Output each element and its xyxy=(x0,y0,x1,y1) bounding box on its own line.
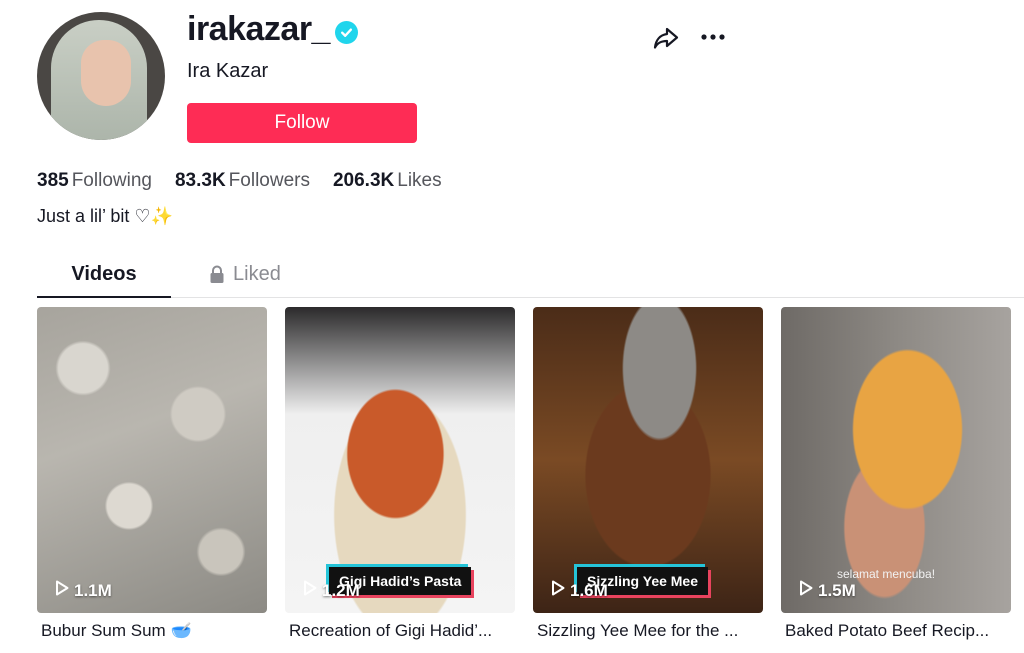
avatar-face xyxy=(81,40,131,106)
tab-videos[interactable]: Videos xyxy=(37,263,171,298)
stat-followers[interactable]: 83.3K Followers xyxy=(175,170,310,192)
video-views: 1.5M xyxy=(799,580,856,601)
stat-followers-count: 83.3K xyxy=(174,170,226,191)
video-views-count: 1.2M xyxy=(322,580,360,600)
video-card[interactable]: 1.1M xyxy=(37,307,267,613)
play-icon xyxy=(799,580,813,601)
lock-icon xyxy=(209,265,225,290)
stat-likes-label: Likes xyxy=(397,170,442,191)
tab-liked[interactable]: Liked xyxy=(209,263,319,298)
play-icon xyxy=(55,580,69,601)
video-views: 1.1M xyxy=(55,580,112,601)
stat-following[interactable]: 385 Following xyxy=(37,170,152,192)
video-views-count: 1.1M xyxy=(74,580,112,600)
play-icon xyxy=(303,580,317,601)
play-icon xyxy=(551,580,565,601)
profile-tabs: Videos Liked xyxy=(37,258,1024,298)
video-card[interactable]: selamat mencuba! 1.5M xyxy=(781,307,1011,613)
stat-following-count: 385 xyxy=(37,170,69,191)
tab-liked-label: Liked xyxy=(233,263,281,285)
stat-following-label: Following xyxy=(71,170,152,191)
video-views: 1.6M xyxy=(551,580,608,601)
profile-avatar[interactable] xyxy=(37,12,165,140)
video-caption[interactable]: Bubur Sum Sum 🥣 xyxy=(41,621,271,641)
more-icon[interactable] xyxy=(700,26,726,48)
video-caption[interactable]: Recreation of Gigi Hadid’... xyxy=(289,621,519,641)
video-views-count: 1.6M xyxy=(570,580,608,600)
verified-badge-icon xyxy=(335,21,358,44)
stat-likes-count: 206.3K xyxy=(332,170,395,191)
profile-nickname: Ira Kazar xyxy=(187,60,269,82)
profile-stats: 385 Following 83.3K Followers 206.3K Likes xyxy=(37,170,465,192)
profile-bio: Just a lil’ bit ♡✨ xyxy=(37,206,173,226)
video-sticker-text: selamat mencuba! xyxy=(837,567,936,581)
stat-likes: 206.3K Likes xyxy=(333,170,442,192)
stat-followers-label: Followers xyxy=(228,170,310,191)
tab-videos-label: Videos xyxy=(71,263,137,285)
video-card[interactable]: Sizzling Yee Mee 1.6M xyxy=(533,307,763,613)
video-caption[interactable]: Baked Potato Beef Recip... xyxy=(785,621,1015,641)
video-card[interactable]: Gigi Hadid’s Pasta 1.2M xyxy=(285,307,515,613)
video-caption[interactable]: Sizzling Yee Mee for the ... xyxy=(537,621,767,641)
profile-username: irakazar_ xyxy=(187,10,330,48)
share-icon[interactable] xyxy=(652,24,680,52)
video-views-count: 1.5M xyxy=(818,580,856,600)
follow-button[interactable]: Follow xyxy=(187,103,417,143)
video-views: 1.2M xyxy=(303,580,360,601)
